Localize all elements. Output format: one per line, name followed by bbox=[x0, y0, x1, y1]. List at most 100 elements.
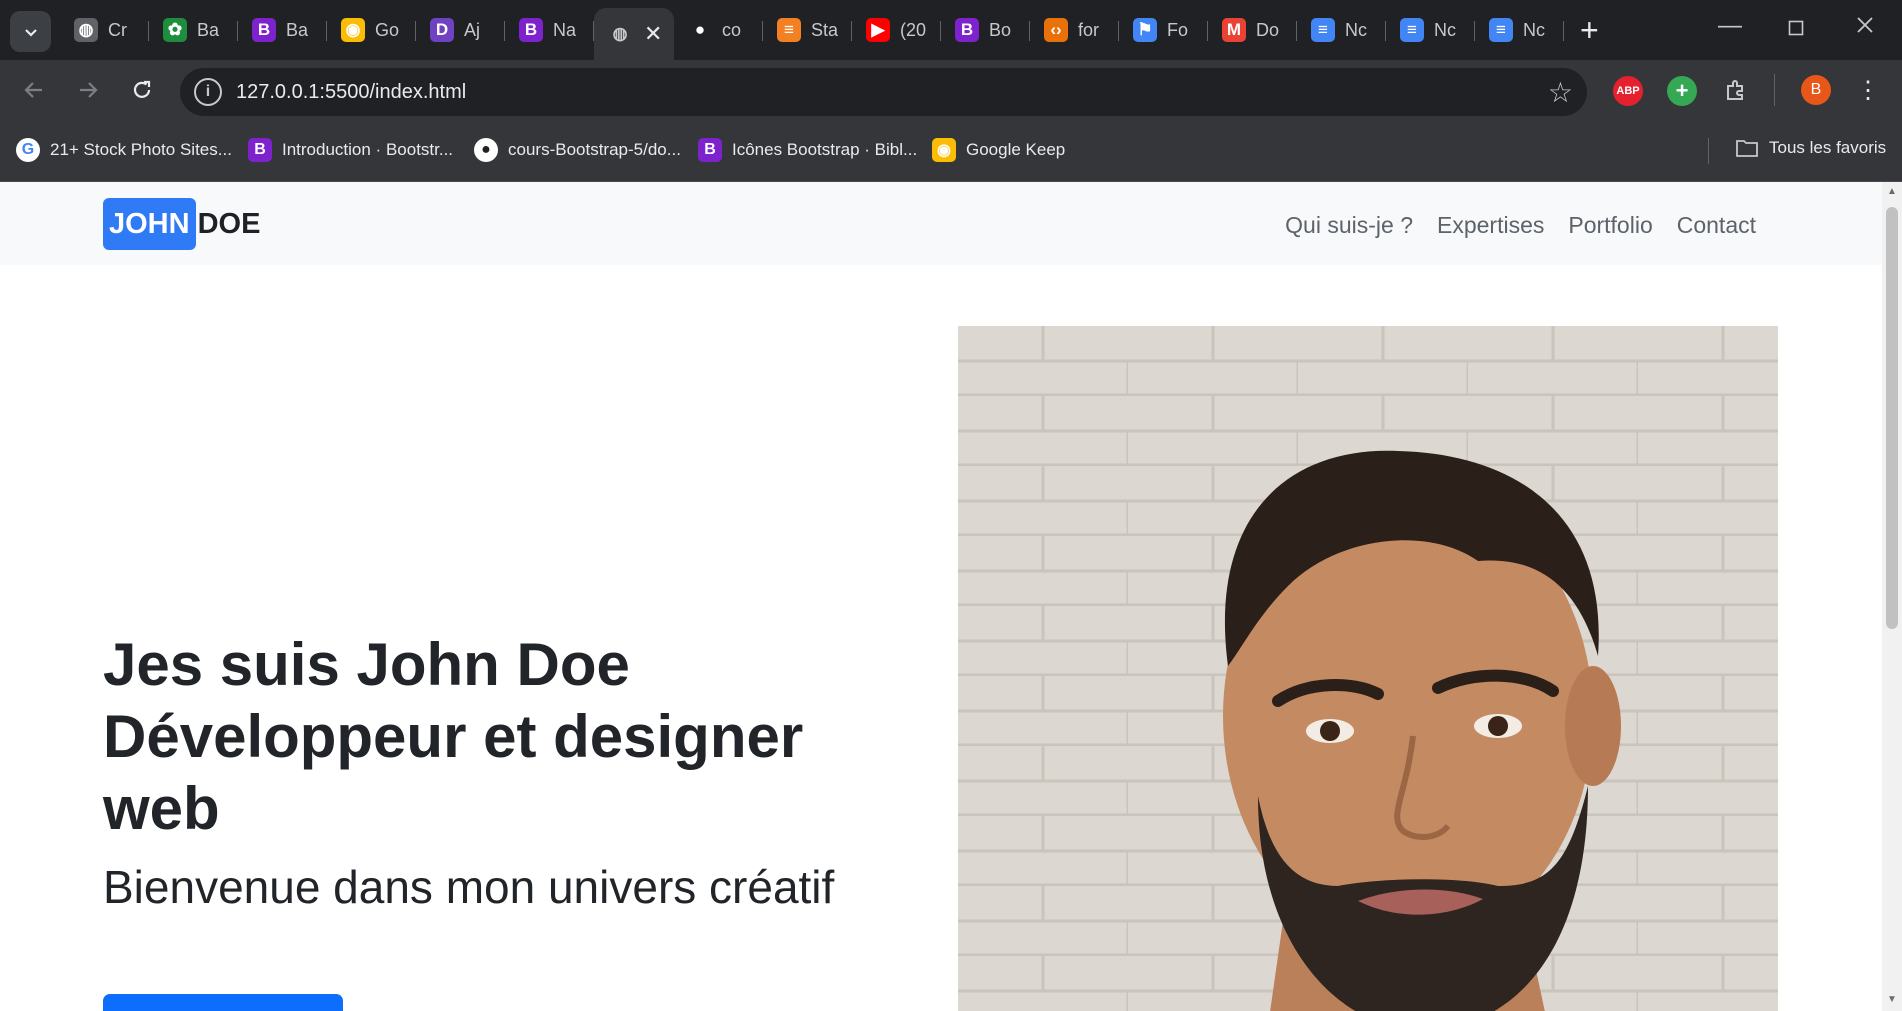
tab-search-button[interactable] bbox=[10, 11, 51, 52]
code-icon: ‹› bbox=[1044, 18, 1068, 42]
nav-link-contact[interactable]: Contact bbox=[1677, 212, 1756, 239]
globe-icon: ◍ bbox=[612, 24, 628, 43]
site-brand[interactable]: JOHN DOE bbox=[103, 198, 260, 250]
maximize-icon bbox=[1788, 20, 1804, 36]
tab-title: Do bbox=[1256, 19, 1280, 40]
tab[interactable]: ≡ Nc bbox=[1386, 8, 1475, 52]
profile-avatar[interactable]: B bbox=[1801, 75, 1831, 105]
scroll-up-icon[interactable]: ▲ bbox=[1887, 186, 1897, 197]
youtube-icon: ▶ bbox=[866, 18, 890, 42]
extensions-button[interactable] bbox=[1718, 72, 1754, 108]
tab-title: Go bbox=[375, 19, 400, 40]
minimize-button[interactable]: — bbox=[1718, 12, 1742, 40]
bookmark-label: Icônes Bootstrap · Bibl... bbox=[732, 140, 918, 159]
address-bar[interactable]: i 127.0.0.1:5500/index.html ☆ bbox=[180, 68, 1587, 116]
bookmark-label: cours-Bootstrap-5/do... bbox=[508, 140, 681, 159]
tab-title: Aj bbox=[464, 19, 481, 40]
browser-toolbar: i 127.0.0.1:5500/index.html ☆ ABP + B ⋮ bbox=[0, 60, 1902, 120]
nav-link-about[interactable]: Qui suis-je ? bbox=[1285, 212, 1413, 239]
flag-icon: ⚑ bbox=[1133, 18, 1157, 42]
tab-title: for bbox=[1078, 19, 1100, 40]
all-bookmarks-button[interactable]: Tous les favoris bbox=[1735, 138, 1886, 158]
tab-title: Bo bbox=[989, 19, 1012, 40]
tab[interactable]: ▶ (20 bbox=[852, 8, 941, 52]
new-tab-button[interactable]: + bbox=[1580, 14, 1599, 46]
more-menu-icon[interactable]: ⋮ bbox=[1850, 72, 1886, 108]
forward-button[interactable] bbox=[70, 72, 106, 108]
github-icon: ● bbox=[688, 18, 712, 42]
arrow-right-icon bbox=[80, 82, 98, 98]
tab[interactable]: ● co bbox=[674, 8, 763, 52]
tab[interactable]: D Aj bbox=[416, 8, 505, 52]
tab[interactable]: ✿ Ba bbox=[149, 8, 238, 52]
maximize-button[interactable] bbox=[1788, 15, 1804, 43]
tab[interactable]: ◉ Go bbox=[327, 8, 416, 52]
bookmark-label: 21+ Stock Photo Sites... bbox=[50, 140, 232, 159]
tab[interactable]: ≡ Sta bbox=[763, 8, 852, 52]
tab[interactable]: B Bo bbox=[941, 8, 1030, 52]
tab-title: Na bbox=[553, 19, 577, 40]
tab-title: co bbox=[722, 19, 742, 40]
page-scrollbar[interactable]: ▲ ▼ bbox=[1882, 182, 1902, 1011]
tab-title: Ba bbox=[197, 19, 220, 40]
stackoverflow-icon: ≡ bbox=[777, 18, 801, 42]
globe-icon: ◍ bbox=[74, 18, 98, 42]
nav-link-expertise[interactable]: Expertises bbox=[1437, 212, 1544, 239]
adblock-plus-icon[interactable]: ABP bbox=[1613, 76, 1643, 106]
back-button[interactable] bbox=[16, 72, 52, 108]
bootstrap-icon: B bbox=[252, 18, 276, 42]
scroll-thumb[interactable] bbox=[1886, 207, 1898, 629]
bookmark-label: Introduction · Bootstr... bbox=[282, 140, 454, 159]
tab-title: Nc bbox=[1345, 19, 1367, 40]
github-icon: ● bbox=[474, 138, 498, 162]
brand-last-name: DOE bbox=[197, 207, 261, 240]
tab[interactable]: B Ba bbox=[238, 8, 327, 52]
add-extension-icon[interactable]: + bbox=[1667, 76, 1697, 106]
bookmark-item[interactable]: B Introduction · Bootstr... bbox=[248, 138, 453, 162]
bootstrap-icon: B bbox=[698, 138, 722, 162]
bookmark-item[interactable]: ● cours-Bootstrap-5/do... bbox=[474, 138, 681, 162]
site-info-icon[interactable]: i bbox=[194, 78, 222, 106]
bookmark-item[interactable]: B Icônes Bootstrap · Bibl... bbox=[698, 138, 917, 162]
gmail-icon: M bbox=[1222, 18, 1246, 42]
bookmark-item[interactable]: G 21+ Stock Photo Sites... bbox=[16, 138, 232, 162]
bootstrap-icon: B bbox=[248, 138, 272, 162]
tab[interactable]: ‹› for bbox=[1030, 8, 1119, 52]
toolbar-divider bbox=[1774, 74, 1775, 106]
address-url[interactable]: 127.0.0.1:5500/index.html bbox=[236, 81, 466, 104]
close-tab-icon[interactable]: ✕ bbox=[644, 21, 662, 47]
bookmarks-bar: G 21+ Stock Photo Sites... B Introduction ·… bbox=[0, 120, 1902, 182]
tab[interactable]: ⚑ Fo bbox=[1119, 8, 1208, 52]
tab-title: (20 bbox=[900, 19, 927, 40]
tab[interactable]: ≡ Nc bbox=[1297, 8, 1386, 52]
tab-title: Ba bbox=[286, 19, 309, 40]
keep-icon: ◉ bbox=[932, 138, 956, 162]
close-icon bbox=[1857, 17, 1873, 33]
tab[interactable]: ≡ Nc bbox=[1475, 8, 1564, 52]
reload-icon bbox=[133, 80, 151, 98]
tab[interactable]: M Do bbox=[1208, 8, 1297, 52]
tab[interactable]: B Na bbox=[505, 8, 594, 52]
bookmark-star-icon[interactable]: ☆ bbox=[1548, 76, 1573, 109]
close-window-button[interactable] bbox=[1856, 13, 1874, 41]
scroll-down-icon[interactable]: ▼ bbox=[1887, 994, 1897, 1005]
page-viewport: JOHN DOE Qui suis-je ? Expertises Portfo… bbox=[0, 182, 1882, 1011]
site-navbar: JOHN DOE Qui suis-je ? Expertises Portfo… bbox=[0, 182, 1882, 265]
docs-icon: ≡ bbox=[1489, 18, 1513, 42]
reload-button[interactable] bbox=[124, 72, 160, 108]
bootstrap-icon: B bbox=[955, 18, 979, 42]
tab-title: Sta bbox=[811, 19, 839, 40]
google-icon: G bbox=[16, 138, 40, 162]
hero-title: Jes suis John Doe Développeur et designe… bbox=[103, 631, 804, 842]
tab-active[interactable]: ◍ ✕ bbox=[594, 8, 674, 60]
nav-link-portfolio[interactable]: Portfolio bbox=[1568, 212, 1652, 239]
tab-list: ◍ Cr ✿ Ba B Ba ◉ Go D Aj B Na ◍ ✕ ● co ≡ Sta ▶ (20 B Bo ‹› for ⚑… bbox=[60, 8, 1564, 60]
folder-icon bbox=[1736, 140, 1758, 157]
tree-icon: ✿ bbox=[163, 18, 187, 42]
docs-icon: ≡ bbox=[1400, 18, 1424, 42]
chevron-down-icon bbox=[24, 28, 37, 37]
tab[interactable]: ◍ Cr bbox=[60, 8, 149, 52]
bookmark-item[interactable]: ◉ Google Keep bbox=[932, 138, 1065, 162]
tab-title: Fo bbox=[1167, 19, 1189, 40]
hero-cta-button[interactable] bbox=[103, 994, 343, 1011]
